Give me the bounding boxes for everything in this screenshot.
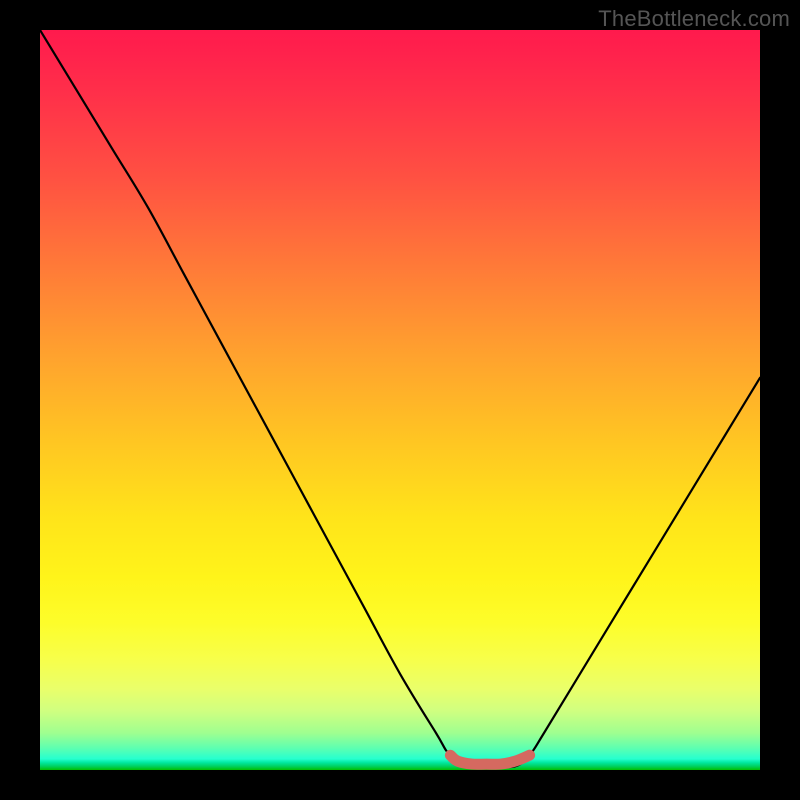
- highlight-line: [450, 755, 529, 764]
- curve-line: [40, 30, 760, 767]
- plot-area: [40, 30, 760, 770]
- chart-svg: [40, 30, 760, 770]
- watermark-text: TheBottleneck.com: [598, 6, 790, 32]
